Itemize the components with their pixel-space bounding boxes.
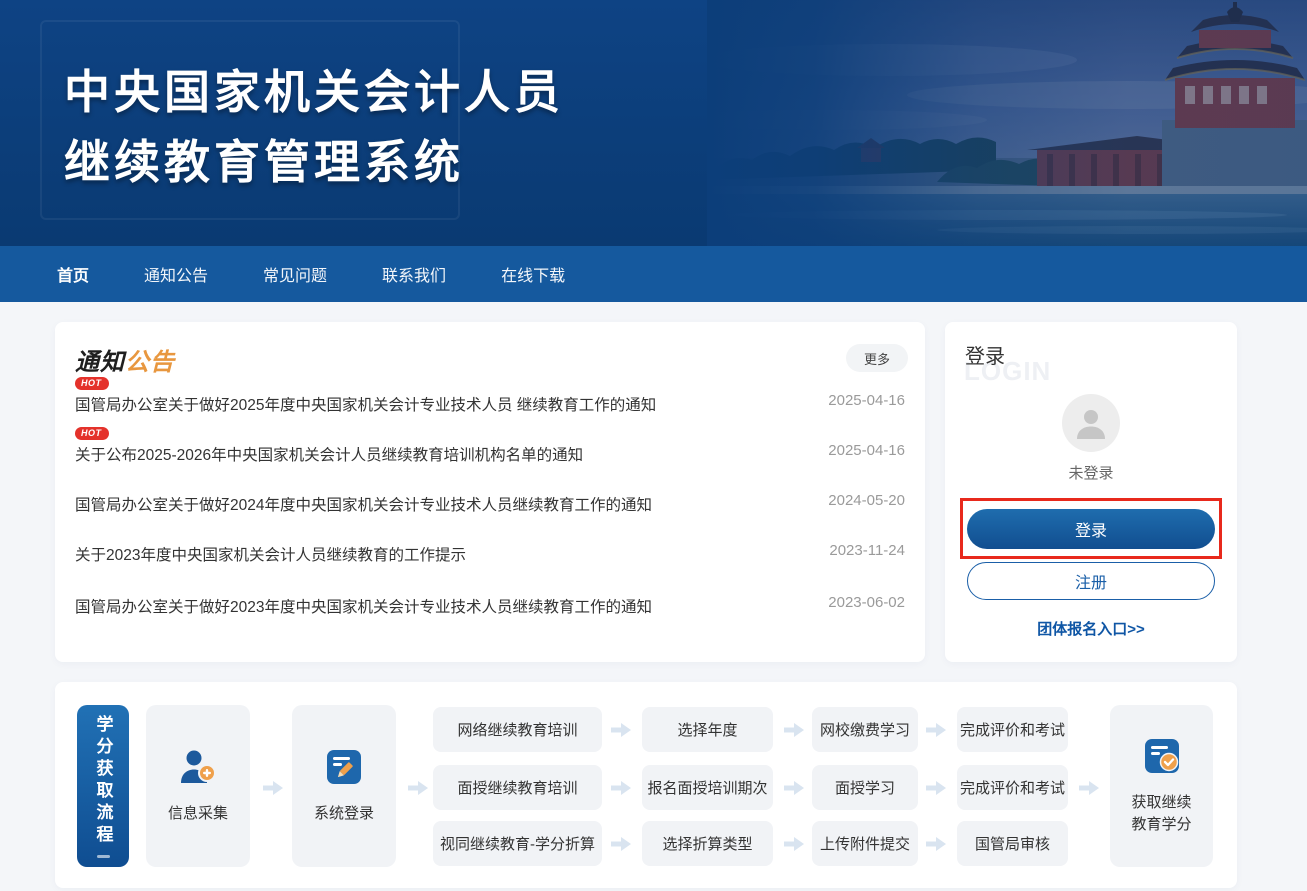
arrow-right-icon — [925, 836, 947, 852]
nav-item-faq[interactable]: 常见问题 — [263, 262, 327, 286]
banner: 中央国家机关会计人员 继续教育管理系统 — [0, 0, 1307, 246]
flow-step: 选择年度 — [642, 707, 773, 752]
hot-badge: HOT — [75, 427, 109, 440]
flow-end-label-line2: 教育学分 — [1131, 816, 1191, 833]
login-panel-title: 登录 — [965, 340, 1005, 369]
notice-date: 2025-04-16 — [828, 392, 905, 409]
login-status-text: 未登录 — [945, 462, 1237, 483]
notice-date: 2025-04-16 — [828, 442, 905, 459]
banner-fade-overlay — [707, 0, 1307, 246]
flow-end-label-line1: 获取继续 — [1131, 794, 1191, 811]
arrow-right-icon — [1078, 780, 1100, 796]
flow-step: 完成评价和考试 — [957, 707, 1068, 752]
nav-item-downloads[interactable]: 在线下载 — [501, 262, 565, 286]
notice-date: 2023-11-24 — [829, 542, 905, 559]
notice-link[interactable]: 关于2023年度中央国家机关会计人员继续教育的工作提示 — [75, 543, 466, 565]
arrow-right-icon — [610, 780, 632, 796]
arrow-right-icon — [262, 780, 284, 796]
notice-title-orange: 公告 — [125, 349, 175, 376]
site-title-line1: 中央国家机关会计人员 — [64, 56, 564, 122]
arrow-right-icon — [783, 722, 805, 738]
flow-step-label: 信息采集 — [168, 803, 228, 825]
main-nav: 首页 通知公告 常见问题 联系我们 在线下载 — [0, 246, 1307, 302]
nav-item-contact[interactable]: 联系我们 — [382, 262, 446, 286]
flow-step: 网校缴费学习 — [812, 707, 918, 752]
arrow-right-icon — [610, 836, 632, 852]
credit-flow-panel: 学分获取流程 信息采集 — [55, 682, 1237, 888]
arrow-right-icon — [925, 780, 947, 796]
arrow-right-icon — [925, 722, 947, 738]
flow-step: 上传附件提交 — [812, 821, 918, 866]
flow-step: 视同继续教育-学分折算 — [433, 821, 602, 866]
login-panel: LOGIN 登录 未登录 登录 注册 团体报名入口>> — [945, 322, 1237, 662]
site-title-line2: 继续教育管理系统 — [64, 126, 464, 192]
flow-step-system-login: 系统登录 — [292, 705, 396, 867]
flow-step-get-credits: 获取继续 教育学分 — [1110, 705, 1213, 867]
register-button[interactable]: 注册 — [967, 562, 1215, 600]
flow-step: 面授继续教育培训 — [433, 765, 602, 810]
notice-panel-title: 通知公告 — [75, 342, 175, 377]
flow-step-label: 系统登录 — [314, 803, 374, 825]
flow-step: 选择折算类型 — [642, 821, 773, 866]
flow-step: 报名面授培训期次 — [642, 765, 773, 810]
arrow-right-icon — [783, 780, 805, 796]
credit-check-icon — [1142, 736, 1182, 781]
flow-side-dash — [97, 855, 110, 858]
nav-item-notices[interactable]: 通知公告 — [144, 262, 208, 286]
group-registration-link[interactable]: 团体报名入口>> — [945, 618, 1237, 639]
notice-link[interactable]: 国管局办公室关于做好2025年度中央国家机关会计专业技术人员 继续教育工作的通知 — [75, 393, 656, 415]
flow-step: 网络继续教育培训 — [433, 707, 602, 752]
notice-link[interactable]: 国管局办公室关于做好2023年度中央国家机关会计专业技术人员继续教育工作的通知 — [75, 595, 652, 617]
page: 中央国家机关会计人员 继续教育管理系统 首页 通知公告 常见问题 联系我们 在线… — [0, 0, 1307, 891]
hot-badge: HOT — [75, 377, 109, 390]
notice-date: 2024-05-20 — [828, 492, 905, 509]
login-notebook-icon — [324, 747, 364, 792]
arrow-right-icon — [407, 780, 429, 796]
flow-side-label: 学分获取流程 — [77, 705, 129, 867]
nav-item-home[interactable]: 首页 — [57, 262, 89, 286]
user-add-icon — [178, 747, 218, 792]
login-button[interactable]: 登录 — [967, 509, 1215, 549]
flow-side-label-text: 学分获取流程 — [91, 715, 116, 847]
flow-step-info-collection: 信息采集 — [146, 705, 250, 867]
arrow-right-icon — [783, 836, 805, 852]
flow-step: 面授学习 — [812, 765, 918, 810]
flow-step: 完成评价和考试 — [957, 765, 1068, 810]
notice-title-black: 通知 — [75, 349, 125, 376]
arrow-right-icon — [610, 722, 632, 738]
user-avatar-icon — [1062, 394, 1120, 452]
notice-date: 2023-06-02 — [828, 594, 905, 611]
notice-panel: 通知公告 更多 HOT 国管局办公室关于做好2025年度中央国家机关会计专业技术… — [55, 322, 925, 662]
flow-step-label: 获取继续 教育学分 — [1131, 792, 1191, 836]
more-button[interactable]: 更多 — [846, 344, 908, 372]
flow-step: 国管局审核 — [957, 821, 1068, 866]
notice-link[interactable]: 国管局办公室关于做好2024年度中央国家机关会计专业技术人员继续教育工作的通知 — [75, 493, 652, 515]
notice-link[interactable]: 关于公布2025-2026年中央国家机关会计人员继续教育培训机构名单的通知 — [75, 443, 583, 465]
